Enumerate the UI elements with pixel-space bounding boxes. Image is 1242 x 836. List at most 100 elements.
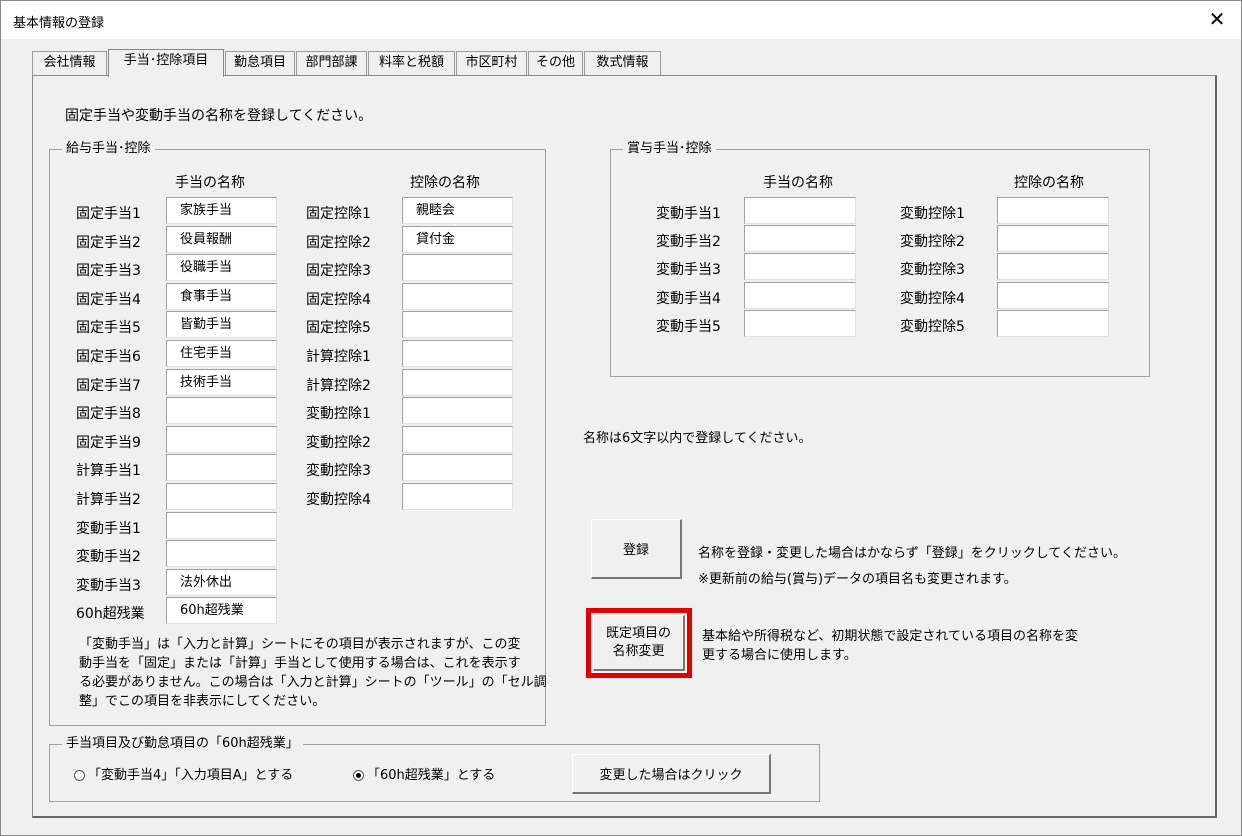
salary-allowance-label: 計算手当1: [76, 463, 141, 479]
salary-allowance-input[interactable]: [166, 397, 277, 424]
salary-allowance-label: 固定手当9: [76, 435, 141, 451]
salary-deduction-input[interactable]: [402, 283, 513, 310]
salary-deduction-input[interactable]: [402, 340, 513, 367]
bonus-deduction-label: 変動控除1: [900, 206, 965, 222]
tab-6[interactable]: 市区町村: [456, 51, 527, 75]
dialog-window: 基本情報の登録 ✕ 会社情報 手当･控除項目 勤怠項目 部門部課 料率と税額 市区町村 その…: [0, 0, 1242, 836]
bonus-deduction-input[interactable]: [997, 197, 1109, 224]
salary-deduction-input[interactable]: [402, 369, 513, 396]
bonus-allowance-input[interactable]: [744, 197, 856, 224]
register-note-update: ※更新前の給与(賞与)データの項目名も変更されます。: [698, 572, 1017, 587]
bonus-deduction-header: 控除の名称: [1014, 175, 1084, 191]
salary-deduction-input[interactable]: 親睦会: [402, 197, 513, 224]
bonus-deduction-label: 変動控除2: [900, 234, 965, 250]
salary-allowance-input[interactable]: [166, 540, 277, 567]
tab-5[interactable]: 料率と税額: [368, 51, 455, 75]
salary-deduction-label: 固定控除2: [306, 235, 371, 251]
bonus-allowance-label: 変動手当4: [656, 291, 721, 307]
close-icon[interactable]: ✕: [1207, 7, 1227, 31]
bonus-allowance-input[interactable]: [744, 225, 856, 252]
overtime-option1-label[interactable]: 「変動手当4」「入力項目A」とする: [88, 767, 293, 785]
name-limit-note: 名称は6文字以内で登録してください。: [583, 431, 812, 446]
salary-deduction-input[interactable]: [402, 311, 513, 338]
salary-deduction-label: 計算控除2: [306, 378, 371, 394]
salary-allowance-input[interactable]: 60h超残業: [166, 597, 277, 624]
tab-1[interactable]: 会社情報: [32, 51, 107, 75]
salary-allowance-label: 固定手当6: [76, 349, 141, 365]
tab-3[interactable]: 勤怠項目: [225, 51, 295, 75]
salary-deduction-label: 変動控除4: [306, 492, 371, 508]
bonus-deduction-input[interactable]: [997, 282, 1109, 309]
bonus-deduction-input[interactable]: [997, 310, 1109, 337]
salary-deduction-label: 変動控除3: [306, 463, 371, 479]
salary-allowance-input[interactable]: 役職手当: [166, 254, 277, 281]
salary-allowance-label: 固定手当4: [76, 292, 141, 308]
instruction-text: 固定手当や変動手当の名称を登録してください。: [65, 108, 373, 124]
salary-allowance-input[interactable]: 役員報酬: [166, 226, 277, 253]
rename-button-line1: 既定項目の: [605, 625, 671, 641]
radio-selected-dot: [356, 773, 361, 778]
overtime-option1-radio[interactable]: [74, 770, 85, 781]
salary-allowance-header: 手当の名称: [175, 175, 245, 191]
salary-allowance-input[interactable]: 法外休出: [166, 569, 277, 596]
bonus-allowance-label: 変動手当3: [656, 262, 721, 278]
salary-note-line: 「変動手当」は「入力と計算」シートにその項目が表示されますが、この変: [79, 637, 521, 652]
salary-allowance-input[interactable]: [166, 454, 277, 481]
overtime-option2-label[interactable]: 「60h超残業」とする: [367, 767, 495, 785]
salary-deduction-header: 控除の名称: [410, 175, 480, 191]
salary-allowance-label: 固定手当3: [76, 263, 141, 279]
bonus-deduction-label: 変動控除4: [900, 291, 965, 307]
salary-deduction-input[interactable]: [402, 454, 513, 481]
bonus-allowance-label: 変動手当1: [656, 206, 721, 222]
overtime-option2-radio[interactable]: [353, 770, 364, 781]
salary-deduction-label: 変動控除2: [306, 435, 371, 451]
salary-allowance-input[interactable]: [166, 483, 277, 510]
bonus-allowance-input[interactable]: [744, 310, 856, 337]
salary-deduction-label: 固定控除5: [306, 320, 371, 336]
tab-2[interactable]: 手当･控除項目: [108, 49, 224, 77]
window-title: 基本情報の登録: [13, 16, 105, 31]
bonus-deduction-input[interactable]: [997, 253, 1109, 280]
salary-allowance-input[interactable]: 食事手当: [166, 283, 277, 310]
bonus-allowance-input[interactable]: [744, 282, 856, 309]
salary-allowance-input[interactable]: 皆勤手当: [166, 311, 277, 338]
salary-deduction-input[interactable]: [402, 483, 513, 510]
salary-deduction-input[interactable]: [402, 426, 513, 453]
salary-allowance-label: 計算手当2: [76, 492, 141, 508]
bonus-allowance-label: 変動手当5: [656, 319, 721, 335]
bonus-deduction-label: 変動控除5: [900, 319, 965, 335]
salary-allowance-label: 固定手当2: [76, 235, 141, 251]
apply-overtime-button[interactable]: 変更した場合はクリック: [572, 754, 771, 794]
bonus-deduction-input[interactable]: [997, 225, 1109, 252]
salary-allowance-input[interactable]: [166, 512, 277, 539]
bonus-allowance-header: 手当の名称: [763, 175, 833, 191]
salary-deduction-input[interactable]: [402, 254, 513, 281]
salary-allowance-label: 固定手当5: [76, 320, 141, 336]
rename-button-line2: 名称変更: [612, 643, 665, 659]
salary-allowance-input[interactable]: 家族手当: [166, 197, 277, 224]
salary-allowance-label: 固定手当8: [76, 406, 141, 422]
salary-note-line: 整」でこの項目を非表示にしてください。: [79, 694, 326, 709]
salary-deduction-label: 計算控除1: [306, 349, 371, 365]
title-bar: 基本情報の登録 ✕: [1, 1, 1241, 39]
tab-8[interactable]: 数式情報: [584, 51, 661, 75]
bonus-allowance-input[interactable]: [744, 253, 856, 280]
salary-note-line: 動手当を「固定」または「計算」手当として使用する場合は、これを表示す: [79, 656, 521, 671]
salary-allowance-label: 固定手当1: [76, 206, 141, 222]
register-button[interactable]: 登録: [591, 519, 682, 579]
salary-deduction-input[interactable]: [402, 397, 513, 424]
register-note: 名称を登録・変更した場合はかならず「登録」をクリックしてください。: [698, 546, 1126, 561]
bonus-group-title: 賞与手当･控除: [623, 141, 716, 157]
salary-deduction-label: 変動控除1: [306, 406, 371, 422]
salary-allowance-label: 固定手当7: [76, 378, 141, 394]
salary-allowance-label: 変動手当1: [76, 521, 141, 537]
tab-4[interactable]: 部門部課: [296, 51, 367, 75]
salary-allowance-input[interactable]: 技術手当: [166, 369, 277, 396]
salary-allowance-input[interactable]: [166, 426, 277, 453]
salary-allowance-label: 変動手当2: [76, 549, 141, 565]
tab-7[interactable]: その他: [528, 51, 583, 75]
salary-allowance-input[interactable]: 住宅手当: [166, 340, 277, 367]
salary-note-line: る必要がありません。この場合は「入力と計算」シートの「ツール」の「セル調: [79, 675, 547, 690]
rename-default-button[interactable]: 既定項目の 名称変更: [593, 615, 685, 671]
salary-deduction-input[interactable]: 貸付金: [402, 226, 513, 253]
